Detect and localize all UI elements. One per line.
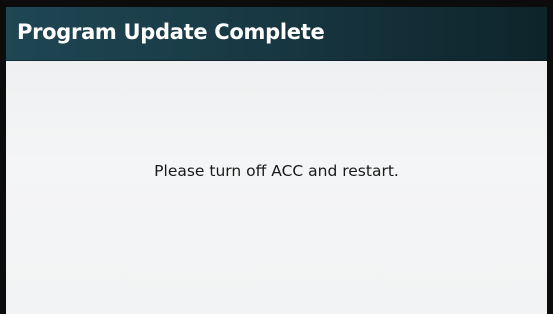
status-message: Please turn off ACC and restart.	[154, 162, 399, 180]
display-bezel-right	[547, 0, 553, 314]
display-bezel-top	[0, 0, 553, 7]
dialog-content: Please turn off ACC and restart.	[6, 61, 547, 314]
dialog-screen: Program Update Complete Please turn off …	[6, 7, 547, 314]
title-bar: Program Update Complete	[6, 7, 547, 61]
page-title: Program Update Complete	[17, 20, 325, 44]
